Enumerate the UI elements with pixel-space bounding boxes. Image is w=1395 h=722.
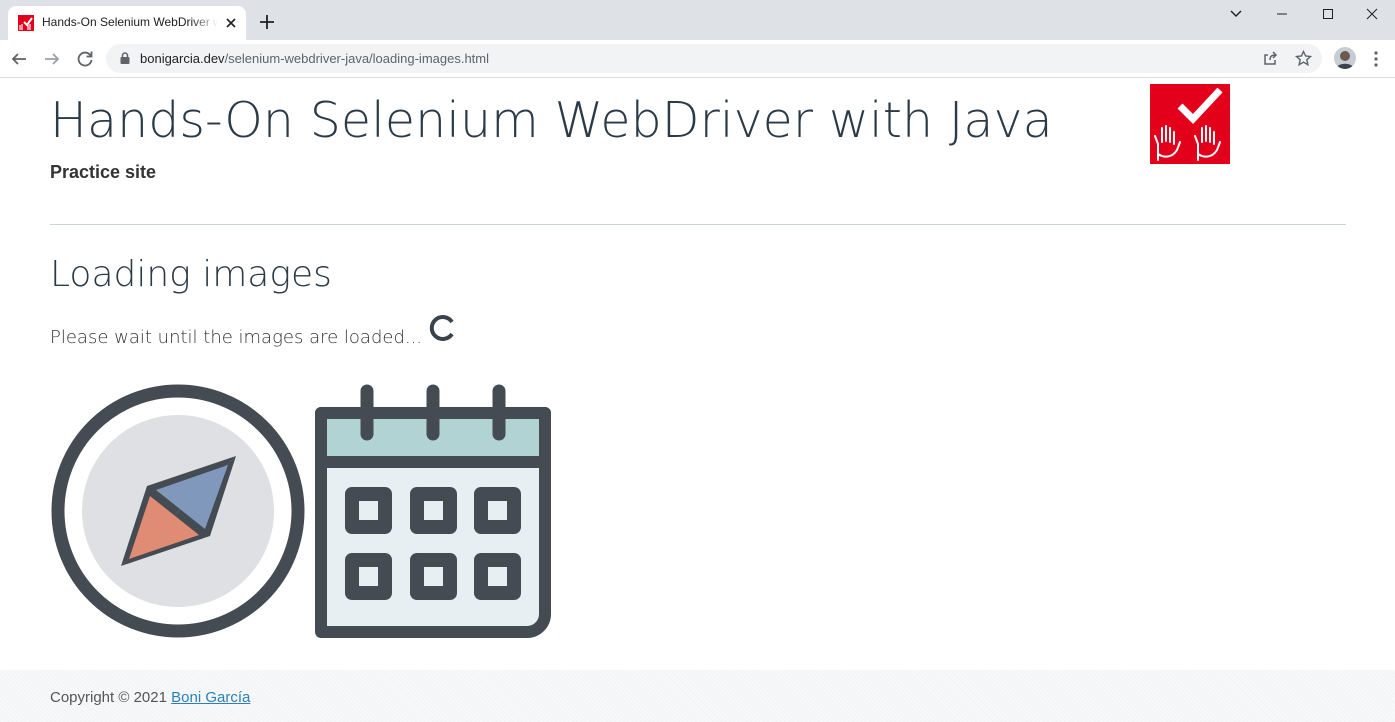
url-text[interactable]: bonigarcia.dev/selenium-webdriver-java/l… [140,51,489,66]
url-path: /selenium-webdriver-java/loading-images.… [224,51,490,66]
star-icon[interactable] [1295,50,1312,67]
author-link[interactable]: Boni García [171,689,250,706]
tab-search-chevron-down-icon[interactable] [1213,0,1259,28]
lock-icon[interactable] [118,51,132,65]
footer-copyright: Copyright © 2021 Boni García [50,689,250,706]
tab-close-icon[interactable] [223,15,239,31]
tab-title: Hands-On Selenium WebDriver with Java - … [42,15,218,29]
maximize-icon[interactable] [1305,0,1351,28]
new-tab-plus-icon[interactable] [258,13,276,31]
forward-arrow-icon[interactable] [42,49,62,69]
section-heading: Loading images [50,254,332,295]
browser-toolbar: bonigarcia.dev/selenium-webdriver-java/l… [0,40,1395,78]
reload-icon[interactable] [75,49,95,69]
page-content: Hands-On Selenium WebDriver with Java Pr… [0,78,1395,722]
calendar-image [315,384,551,638]
back-arrow-icon[interactable] [9,49,29,69]
selenium-favicon-icon [18,15,34,31]
person-icon [1336,51,1354,69]
url-domain: bonigarcia.dev [140,51,225,66]
kebab-menu-icon[interactable] [1368,49,1384,69]
site-title: Hands-On Selenium WebDriver with Java [50,92,1053,149]
compass-image [51,384,305,638]
share-icon[interactable] [1262,50,1279,67]
header-divider [50,224,1346,225]
loading-spinner-icon [429,315,454,341]
address-bar[interactable]: bonigarcia.dev/selenium-webdriver-java/l… [106,44,1322,73]
copyright-text: Copyright © 2021 [50,689,167,706]
profile-avatar[interactable] [1334,47,1356,69]
page-footer: Copyright © 2021 Boni García [0,670,1395,722]
site-subtitle: Practice site [50,162,157,182]
tab-strip: Hands-On Selenium WebDriver with Java - … [0,0,1395,40]
window-close-icon[interactable] [1349,0,1395,28]
browser-tab[interactable]: Hands-On Selenium WebDriver with Java - … [8,6,246,40]
minimize-icon[interactable] [1259,0,1305,28]
loading-status: Please wait until the images are loaded.… [50,315,456,352]
wait-message: Please wait until the images are loaded.… [50,326,423,348]
hands-checkmark-logo [1150,84,1230,164]
